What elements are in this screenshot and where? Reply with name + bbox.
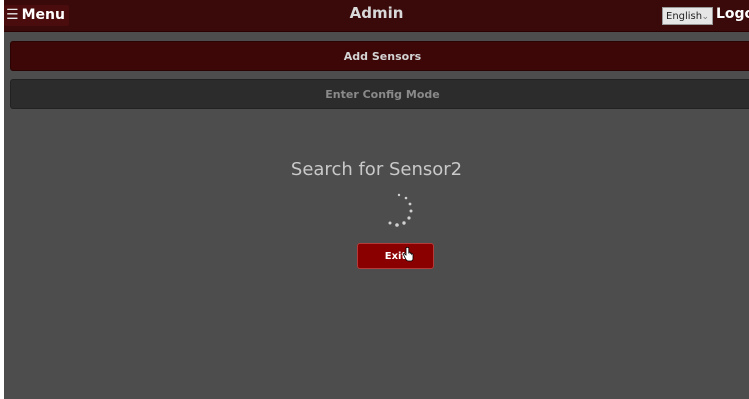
spinner-dot	[404, 196, 408, 200]
logout-button[interactable]: Logo	[716, 4, 749, 25]
add-sensors-button[interactable]: Add Sensors	[10, 41, 749, 71]
spinner-dot	[395, 223, 399, 227]
loading-spinner-icon	[388, 193, 413, 227]
search-status-title: Search for Sensor2	[290, 159, 463, 180]
menu-label: Menu	[21, 7, 65, 23]
spinner-dot	[388, 221, 392, 225]
spinner-dot	[402, 221, 406, 225]
language-select[interactable]: English ⌄	[662, 7, 713, 25]
chevron-down-icon: ⌄	[701, 12, 709, 22]
hamburger-icon: ☰	[6, 7, 19, 23]
spinner-dot	[408, 202, 412, 206]
enter-config-mode-button[interactable]: Enter Config Mode	[10, 79, 749, 109]
spinner-dot	[409, 209, 413, 213]
app-window: ☰Menu Admin English ⌄ Logo Add Sensors E…	[4, 0, 749, 399]
spinner-dot	[407, 216, 411, 220]
spinner-dot	[397, 193, 401, 197]
page-title: Admin	[349, 4, 404, 22]
hand-cursor-icon	[402, 247, 414, 262]
language-selected-value: English	[666, 11, 703, 22]
top-bar: ☰Menu Admin English ⌄ Logo	[4, 0, 749, 32]
exit-button[interactable]: Exit	[357, 243, 434, 269]
menu-button[interactable]: ☰ Menu	[4, 5, 69, 26]
